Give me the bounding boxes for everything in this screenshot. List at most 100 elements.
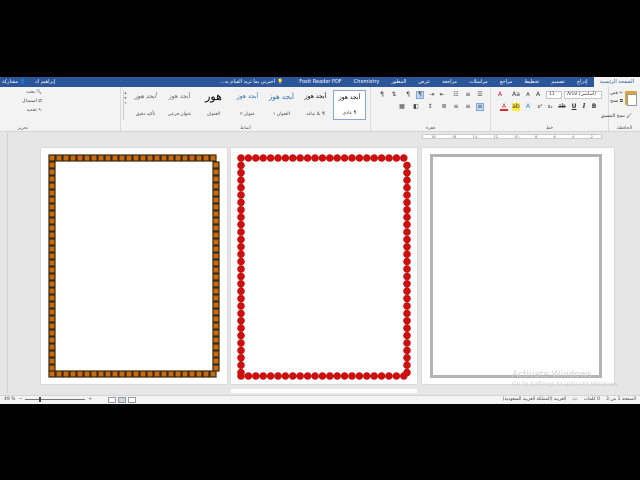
basket-motif xyxy=(48,322,56,330)
multilevel-list-icon[interactable]: ☷ xyxy=(452,91,460,99)
share-button[interactable]: 👤 مشاركة xyxy=(2,77,26,87)
basket-motif xyxy=(181,154,189,162)
tab-foxit[interactable]: Foxit Reader PDF xyxy=(293,77,348,87)
cut-button[interactable]: ✂ قص xyxy=(607,90,623,98)
tab-design[interactable]: تصميم xyxy=(545,77,570,87)
tab-home[interactable]: الصفحة الرئيسية xyxy=(593,77,640,87)
style-no-spacing[interactable]: أبجد هوز ¶ بلا تباعد xyxy=(299,90,332,120)
tab-review[interactable]: مراجعة xyxy=(436,77,463,87)
superscript-icon[interactable]: x² xyxy=(536,103,544,111)
page-apple-border[interactable] xyxy=(231,148,417,384)
zoom-level[interactable]: 49 % xyxy=(4,397,15,402)
borders-icon[interactable]: ▦ xyxy=(398,103,406,111)
zoom-slider-thumb[interactable] xyxy=(39,397,42,402)
styles-scroll-icon[interactable]: ▴ ▾ ▿ xyxy=(123,90,127,120)
style-heading-1[interactable]: أبجد هوز العنوان ١ xyxy=(265,90,298,120)
font-size-select[interactable]: 11 xyxy=(546,91,562,99)
replace-button[interactable]: ⇄ استبدال xyxy=(22,99,42,104)
align-right-icon[interactable]: ≡ xyxy=(476,103,484,111)
apple-motif xyxy=(340,372,349,380)
subscript-icon[interactable]: x₂ xyxy=(546,103,554,111)
read-mode-icon[interactable] xyxy=(108,397,116,403)
numbering-icon[interactable]: ≡ xyxy=(464,91,472,99)
tab-layout[interactable]: تخطيط xyxy=(518,77,545,87)
rtl-direction-icon[interactable]: ¶ xyxy=(416,91,424,99)
style-title[interactable]: هور العنوان xyxy=(197,90,230,120)
sort-icon[interactable]: ⇅ xyxy=(390,91,398,99)
user-name[interactable]: إبراهيم ك xyxy=(35,77,55,87)
basket-motif xyxy=(48,336,56,344)
bold-button[interactable]: B xyxy=(590,103,598,111)
select-button[interactable]: ↖ تحديد xyxy=(27,108,42,113)
bullets-icon[interactable]: ☰ xyxy=(476,91,484,99)
apple-motif xyxy=(403,368,411,377)
highlight-icon[interactable]: ab xyxy=(512,103,520,111)
tab-chemistry[interactable]: Chemistry xyxy=(348,77,386,87)
align-center-icon[interactable]: ≡ xyxy=(464,103,472,111)
basket-motif xyxy=(48,350,56,358)
horizontal-ruler[interactable]: 18 16 14 12 10 8 6 4 2 xyxy=(10,133,630,141)
tab-insert[interactable]: إدراج xyxy=(571,77,594,87)
increase-indent-icon[interactable]: ⇥ xyxy=(428,91,436,99)
apple-motif xyxy=(237,176,245,184)
web-layout-icon[interactable] xyxy=(128,397,136,403)
font-name-select[interactable]: Arial (أساسي) xyxy=(564,91,602,99)
align-left-icon[interactable]: ≡ xyxy=(452,103,460,111)
justify-icon[interactable]: ≣ xyxy=(440,103,448,111)
font-color-icon[interactable]: A xyxy=(500,103,508,111)
proofing-icon[interactable]: 📖 xyxy=(572,397,578,402)
apple-motif xyxy=(237,191,245,199)
basket-motif xyxy=(48,224,56,232)
decrease-indent-icon[interactable]: ⇤ xyxy=(438,91,446,99)
clear-format-icon[interactable]: A xyxy=(496,91,504,99)
copy-button[interactable]: ⧉ نسخ xyxy=(607,98,623,106)
apple-motif xyxy=(326,372,334,380)
text-effects-icon[interactable]: A xyxy=(524,103,532,111)
style-normal[interactable]: أبجد هوز ¶ عادي xyxy=(333,90,366,120)
apple-motif xyxy=(237,309,245,318)
basket-motif xyxy=(48,189,56,197)
basket-motif xyxy=(212,357,220,365)
style-preview: أبجد هوز xyxy=(168,93,191,100)
paragraph-group: ☰ ≡ ☷ ⇤ ⇥ ¶ ¶ ⇅ ¶ ≡ ≡ ≡ ≣ ↕ ◧ ▦ فقرة xyxy=(370,87,490,132)
tab-mailings[interactable]: مراسلات xyxy=(463,77,494,87)
show-formatting-icon[interactable]: ¶ xyxy=(378,91,386,99)
style-subtitle[interactable]: أبجد هوز عنوان فرعي xyxy=(163,90,196,120)
line-spacing-icon[interactable]: ↕ xyxy=(426,103,434,111)
vertical-ruler[interactable] xyxy=(0,133,8,393)
italic-button[interactable]: I xyxy=(580,103,588,111)
tab-developer[interactable]: المطور xyxy=(385,77,412,87)
style-subtle-emphasis[interactable]: أبجد هوز تأكيد دقيق xyxy=(129,90,162,120)
change-case-icon[interactable]: Aa xyxy=(512,91,520,99)
page-plain-border[interactable] xyxy=(422,148,614,384)
shading-icon[interactable]: ◧ xyxy=(412,103,420,111)
zoom-out-icon[interactable]: − xyxy=(18,397,22,402)
page-basket-border[interactable] xyxy=(41,148,227,384)
strikethrough-icon[interactable]: ab xyxy=(558,103,566,111)
paste-icon[interactable] xyxy=(625,91,637,106)
tab-references[interactable]: مراجع xyxy=(494,77,519,87)
tab-view[interactable]: عرض xyxy=(412,77,436,87)
page-count[interactable]: الصفحة 1 من 3 xyxy=(606,397,636,402)
shrink-font-icon[interactable]: A xyxy=(524,91,532,99)
basket-motif xyxy=(209,370,217,378)
basket-motif xyxy=(48,168,56,176)
print-layout-icon[interactable] xyxy=(118,397,126,403)
underline-button[interactable]: U xyxy=(570,103,578,111)
find-button[interactable]: 🔍 بحث xyxy=(26,90,42,95)
grow-font-icon[interactable]: A xyxy=(534,91,542,99)
language-indicator[interactable]: العربية (المملكة العربية السعودية) xyxy=(503,397,566,402)
status-bar: الصفحة 1 من 3 0 كلمات 📖 العربية (المملكة… xyxy=(0,395,640,404)
zoom-slider[interactable] xyxy=(25,397,86,402)
tell-me-box[interactable]: 💡 أخبرني بما تريد القيام به... xyxy=(220,79,283,85)
paragraph-group-label: فقرة xyxy=(425,126,436,131)
basket-motif xyxy=(125,154,133,162)
zoom-in-icon[interactable]: + xyxy=(88,397,92,402)
word-count[interactable]: 0 كلمات xyxy=(584,397,600,402)
editing-group-label: تحرير xyxy=(17,126,28,131)
style-heading-2[interactable]: أبجد هوز عنوان ٢ xyxy=(231,90,264,120)
apple-motif xyxy=(363,372,371,380)
ltr-direction-icon[interactable]: ¶ xyxy=(404,91,412,99)
replace-label: استبدال xyxy=(22,99,37,104)
basket-motif xyxy=(97,370,105,378)
